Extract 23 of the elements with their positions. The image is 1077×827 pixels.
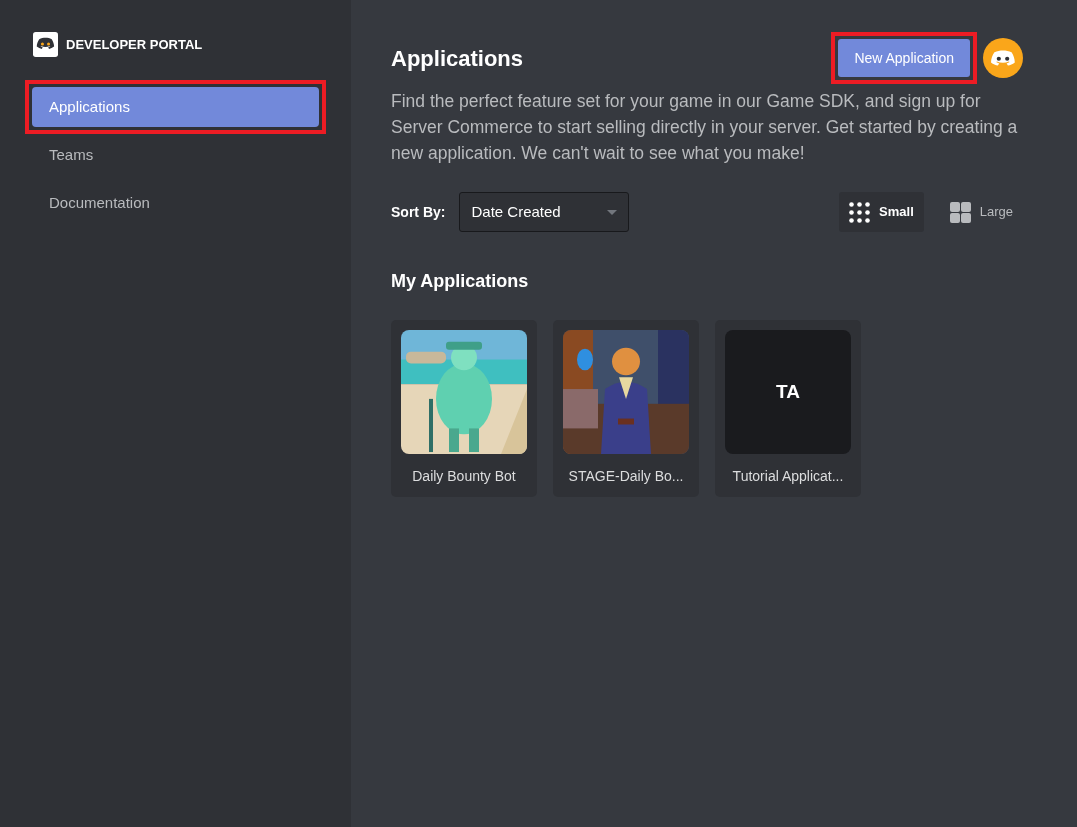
chat-logo-icon <box>991 50 1015 66</box>
grid-squares-icon <box>949 201 971 223</box>
sort-label: Sort By: <box>391 202 446 222</box>
chat-logo-icon <box>33 32 58 57</box>
view-toggle[interactable]: Large <box>939 192 1023 232</box>
sort-dropdown[interactable]: Date Created <box>459 192 630 232</box>
brand-title: DEVELOPER PORTAL <box>66 35 203 54</box>
app-initials-tile: TA <box>725 330 851 454</box>
application-name: Daily Bounty Bot <box>412 467 516 486</box>
application-name: Tutorial Applicat... <box>732 467 844 486</box>
section-title: My Applications <box>391 270 529 293</box>
nav-item[interactable]: Documentation <box>32 183 319 223</box>
avatar[interactable] <box>983 38 1023 78</box>
nav-item[interactable]: Teams <box>32 135 319 175</box>
application-card[interactable]: Daily Bounty Bot <box>391 320 537 497</box>
application-card[interactable]: STAGE-Daily Bo... <box>553 320 699 497</box>
application-card[interactable]: TA Tutorial Applicat... <box>715 320 861 497</box>
caret-icon <box>607 209 618 215</box>
application-name: STAGE-Daily Bo... <box>568 467 684 486</box>
page-title: Applications <box>391 44 523 73</box>
description: Find the perfect feature set for your game in our Game SDK, and sign up for Server Commerce to start selling directly in your server. Get started by creating a new application. We can't wait to see what you make! <box>391 90 1019 165</box>
grid-dots-icon <box>849 201 871 223</box>
view-toggle[interactable]: Small <box>839 192 924 232</box>
